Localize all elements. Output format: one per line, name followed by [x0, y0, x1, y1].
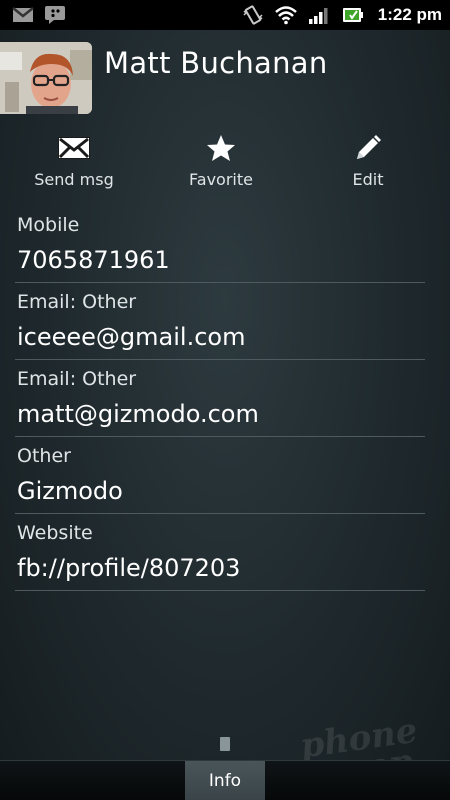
favorite-button[interactable]: Favorite: [161, 132, 281, 198]
page-indicator: [220, 737, 230, 751]
field-label: Email: Other: [17, 368, 137, 390]
signal-icon: [308, 5, 332, 25]
field-value: 7065871961: [17, 246, 170, 274]
field-label: Mobile: [17, 214, 80, 236]
edit-label: Edit: [352, 170, 384, 189]
favorite-label: Favorite: [189, 170, 253, 189]
contact-header: Matt Buchanan: [0, 30, 450, 116]
avatar[interactable]: [0, 42, 92, 114]
action-bar: Send msg Favorite Edit: [0, 132, 450, 202]
send-msg-label: Send msg: [34, 170, 114, 189]
edit-button[interactable]: Edit: [308, 132, 428, 198]
gmail-icon: [12, 7, 34, 23]
status-time: 1:22 pm: [377, 5, 442, 24]
tab-info[interactable]: Info: [185, 761, 265, 800]
bbm-icon: [44, 5, 66, 25]
bottom-tab-bar: Info: [0, 760, 450, 800]
status-bar: 1:22 pm: [0, 0, 450, 30]
field-other[interactable]: Other Gizmodo: [15, 437, 425, 514]
field-value: Gizmodo: [17, 477, 123, 505]
field-email-2[interactable]: Email: Other matt@gizmodo.com: [15, 360, 425, 437]
field-label: Website: [17, 522, 93, 544]
field-value: iceeee@gmail.com: [17, 323, 246, 351]
field-value: matt@gizmodo.com: [17, 400, 259, 428]
field-label: Other: [17, 445, 71, 467]
wifi-icon: [274, 5, 298, 25]
field-mobile[interactable]: Mobile 7065871961: [15, 206, 425, 283]
contact-details: Mobile 7065871961 Email: Other iceeee@gm…: [0, 206, 450, 591]
field-value: fb://profile/807203: [17, 554, 241, 582]
star-icon: [206, 134, 236, 166]
field-email-1[interactable]: Email: Other iceeee@gmail.com: [15, 283, 425, 360]
vibrate-icon: [242, 5, 264, 25]
pencil-icon: [353, 133, 383, 167]
field-label: Email: Other: [17, 291, 137, 313]
field-website[interactable]: Website fb://profile/807203: [15, 514, 425, 591]
send-msg-button[interactable]: Send msg: [14, 132, 134, 198]
envelope-icon: [57, 136, 91, 164]
battery-icon: [342, 6, 364, 24]
contact-name: Matt Buchanan: [104, 46, 328, 80]
